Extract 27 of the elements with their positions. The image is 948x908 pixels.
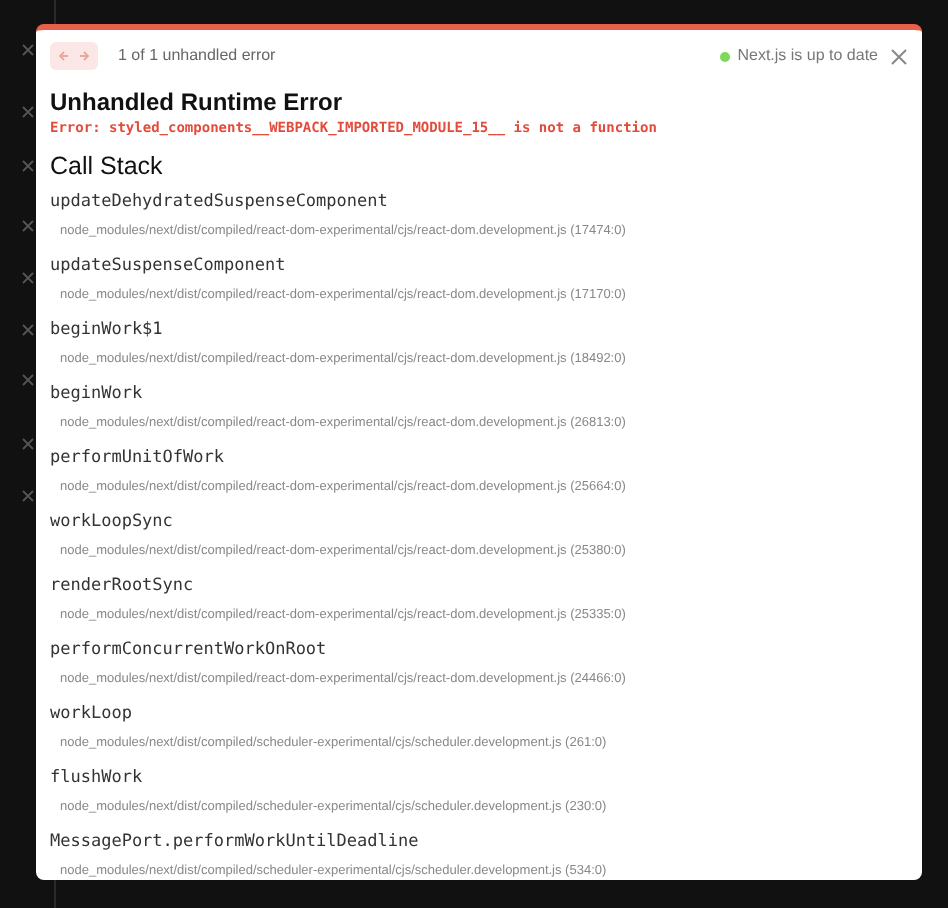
close-icon[interactable]	[22, 220, 34, 232]
arrow-left-icon[interactable]	[56, 48, 72, 64]
stack-frame-name: beginWork	[50, 381, 145, 405]
stack-frame-name: updateDehydratedSuspenseComponent	[50, 189, 390, 213]
stack-frame-name: workLoop	[50, 701, 134, 725]
close-icon[interactable]	[22, 160, 34, 172]
close-icon[interactable]	[22, 272, 34, 284]
close-icon[interactable]	[22, 374, 34, 386]
close-icon[interactable]	[22, 438, 34, 450]
close-icon[interactable]	[22, 106, 34, 118]
stack-frame-name: flushWork	[50, 765, 145, 789]
close-icon[interactable]	[22, 44, 34, 56]
close-icon[interactable]	[22, 324, 34, 336]
stack-frame-name: updateSuspenseComponent	[50, 253, 288, 277]
close-icon[interactable]	[890, 47, 908, 65]
stack-frame-name: renderRootSync	[50, 573, 196, 597]
stack-frame-name: MessagePort.performWorkUntilDeadline	[50, 829, 421, 853]
section-title: Call Stack	[50, 152, 165, 180]
stack-frame-name: performUnitOfWork	[50, 445, 226, 469]
error-title: Unhandled Runtime Error	[50, 88, 345, 116]
error-counter: 1 of 1 unhandled error	[118, 44, 276, 68]
arrow-right-icon[interactable]	[76, 48, 92, 64]
close-icon[interactable]	[22, 490, 34, 502]
stack-frame-name: beginWork$1	[50, 317, 165, 341]
stack-frame-name: workLoopSync	[50, 509, 175, 533]
version-status: Next.js is up to date	[737, 44, 878, 68]
stack-frame-name: performConcurrentWorkOnRoot	[50, 637, 329, 661]
